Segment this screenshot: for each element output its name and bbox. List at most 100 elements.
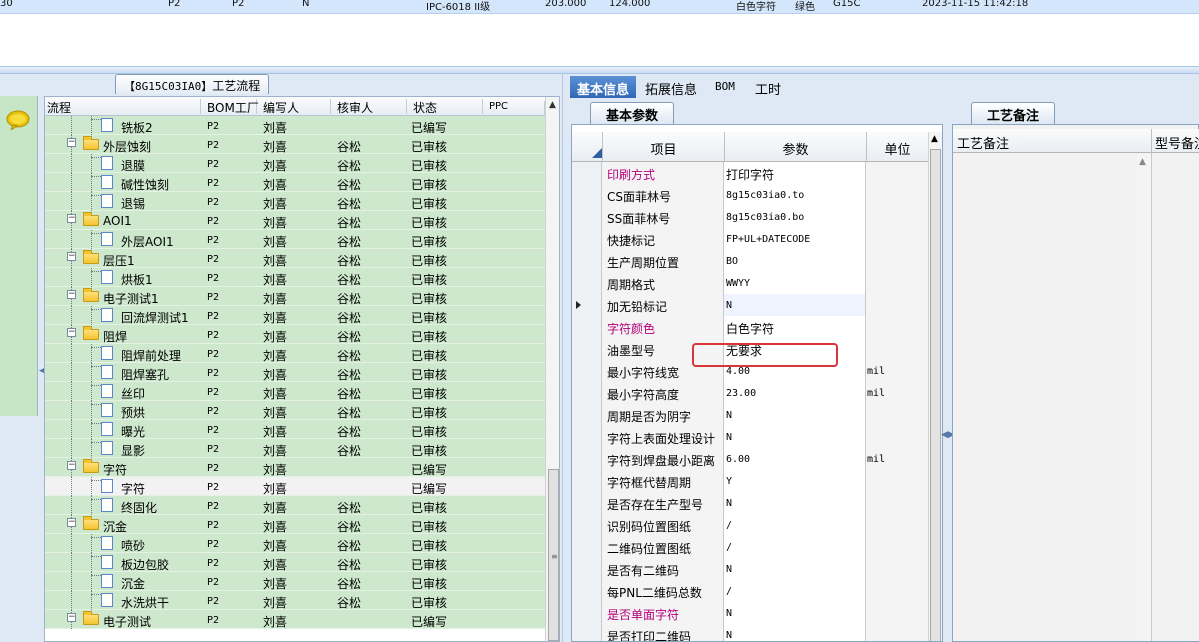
param-row[interactable]: 字符框代替周期 Y [572,470,928,492]
tab-bom[interactable]: BOM [708,76,744,98]
param-row[interactable]: 是否打印二维码 N [572,624,928,641]
row-header[interactable] [572,492,602,514]
row-header[interactable] [572,448,602,470]
tree-row[interactable]: − 电子测试1 P2 刘喜 谷松 已审核 [45,287,545,306]
tree-row[interactable]: 水洗烘干 P2 刘喜 谷松 已审核 [45,591,545,610]
param-value-cell[interactable]: 8g15c03ia0.to [724,184,866,206]
collapse-toggle-icon[interactable]: − [67,290,76,299]
param-value-cell[interactable]: WWYY [724,272,866,294]
tree-row[interactable]: − 外层蚀刻 P2 刘喜 谷松 已审核 [45,135,545,154]
tree-row[interactable]: − 阻焊 P2 刘喜 谷松 已审核 [45,325,545,344]
param-value-cell[interactable]: N [724,602,866,624]
scroll-up-icon[interactable]: ▲ [1139,157,1146,167]
row-header[interactable] [572,426,602,448]
collapse-toggle-icon[interactable]: − [67,252,76,261]
tree-row[interactable]: − 沉金 P2 刘喜 谷松 已审核 [45,515,545,534]
tree-row[interactable]: 曝光 P2 刘喜 谷松 已审核 [45,420,545,439]
tree-row[interactable]: 碱性蚀刻 P2 刘喜 谷松 已审核 [45,173,545,192]
param-row[interactable]: SS面菲林号 8g15c03ia0.bo [572,206,928,228]
chat-bubble-icon[interactable] [6,110,30,130]
col-header-flow[interactable]: 流程 [45,99,201,115]
row-header[interactable] [572,404,602,426]
tree-row[interactable]: 显影 P2 刘喜 谷松 已审核 [45,439,545,458]
param-value-cell[interactable]: N [724,294,866,316]
param-row[interactable]: 加无铅标记 N [572,294,928,316]
param-row[interactable]: 周期格式 WWYY [572,272,928,294]
tree-scrollbar[interactable]: ▲ ≡ [545,97,559,641]
row-header[interactable] [572,470,602,492]
param-value-cell[interactable]: 23.00 [724,382,866,404]
tree-row[interactable]: − AOI1 P2 刘喜 谷松 已审核 [45,211,545,230]
param-row[interactable]: 快捷标记 FP+UL+DATECODE [572,228,928,250]
basic-params-tab[interactable]: 基本参数 [590,102,674,124]
param-row[interactable]: 识别码位置图纸 / [572,514,928,536]
process-notes-grid[interactable]: 工艺备注 型号备注 ▲ [952,124,1199,642]
tree-row[interactable]: 退膜 P2 刘喜 谷松 已审核 [45,154,545,173]
row-header[interactable] [572,184,602,206]
tree-row[interactable]: 终固化 P2 刘喜 谷松 已审核 [45,496,545,515]
param-row[interactable]: 字符颜色 白色字符 [572,316,928,338]
collapse-toggle-icon[interactable]: − [67,613,76,622]
tree-row[interactable]: 喷砂 P2 刘喜 谷松 已审核 [45,534,545,553]
row-header[interactable] [572,624,602,641]
process-tree-grid[interactable]: 流程 BOM工厂 编写人 核审人 状态 PPC 铣板2 P2 刘喜 已编写 − 外层蚀刻 P… [44,96,560,642]
param-row[interactable]: 最小字符高度 23.00 mil [572,382,928,404]
row-header[interactable] [572,360,602,382]
row-header[interactable] [572,338,602,360]
tree-row[interactable]: 烘板1 P2 刘喜 谷松 已审核 [45,268,545,287]
param-value-cell[interactable]: N [724,404,866,426]
row-header[interactable] [572,162,602,184]
collapse-toggle-icon[interactable]: − [67,328,76,337]
tree-row[interactable]: 阻焊前处理 P2 刘喜 谷松 已审核 [45,344,545,363]
param-value-cell[interactable]: 白色字符 [724,316,866,338]
tree-row[interactable]: 预烘 P2 刘喜 谷松 已审核 [45,401,545,420]
param-value-cell[interactable]: BO [724,250,866,272]
process-flow-tab[interactable]: 【8G15C03IA0】工艺流程 [115,74,270,94]
select-all-corner-icon[interactable] [592,148,602,158]
tree-row[interactable]: 铣板2 P2 刘喜 已编写 [45,116,545,135]
param-value-cell[interactable]: Y [724,470,866,492]
param-row[interactable]: 字符上表面处理设计 N [572,426,928,448]
top-record-row[interactable]: 30 P2 P2 N IPC-6018 II级 203.000 124.000 … [0,0,1199,14]
tree-row[interactable]: 阻焊塞孔 P2 刘喜 谷松 已审核 [45,363,545,382]
tree-row[interactable]: 字符 P2 刘喜 已编写 [45,477,545,496]
param-row[interactable]: 是否存在生产型号 N [572,492,928,514]
param-value-cell[interactable]: N [724,624,866,641]
tree-row[interactable]: 退锡 P2 刘喜 谷松 已审核 [45,192,545,211]
param-row[interactable]: CS面菲林号 8g15c03ia0.to [572,184,928,206]
col-header-status[interactable]: 状态 [407,99,483,115]
scroll-thumb[interactable]: ≡ [548,469,559,641]
tree-row[interactable]: − 层压1 P2 刘喜 谷松 已审核 [45,249,545,268]
param-value-cell[interactable]: 打印字符 [724,162,866,184]
tree-row[interactable]: − 电子测试 P2 刘喜 已编写 [45,610,545,629]
param-value-cell[interactable]: / [724,580,866,602]
param-row[interactable]: 生产周期位置 BO [572,250,928,272]
collapse-toggle-icon[interactable]: − [67,214,76,223]
param-value-cell[interactable]: FP+UL+DATECODE [724,228,866,250]
row-header[interactable] [572,250,602,272]
row-header[interactable] [572,294,602,316]
collapse-toggle-icon[interactable]: − [67,461,76,470]
row-header[interactable] [572,602,602,624]
row-header[interactable] [572,536,602,558]
param-value-cell[interactable]: N [724,558,866,580]
scroll-up-icon[interactable]: ▲ [931,134,938,144]
param-value-cell[interactable]: 8g15c03ia0.bo [724,206,866,228]
tab-work-hours[interactable]: 工时 [748,76,788,98]
param-value-cell[interactable]: N [724,492,866,514]
col-header-ppc[interactable]: PPC [483,101,545,116]
col-header-bom[interactable]: BOM工厂 [201,99,259,115]
param-row[interactable]: 印刷方式 打印字符 [572,162,928,184]
tree-row[interactable]: 沉金 P2 刘喜 谷松 已审核 [45,572,545,591]
param-value-cell[interactable]: / [724,536,866,558]
param-value-cell[interactable]: / [724,514,866,536]
tab-basic-info[interactable]: 基本信息 [570,76,636,98]
col-header-item[interactable]: 项目 [602,132,724,162]
scroll-thumb[interactable] [930,149,941,641]
col-header-process-note[interactable]: 工艺备注 [957,133,1009,152]
row-header[interactable] [572,514,602,536]
param-row[interactable]: 字符到焊盘最小距离 6.00 mil [572,448,928,470]
tree-row[interactable]: 外层AOI1 P2 刘喜 谷松 已审核 [45,230,545,249]
row-header[interactable] [572,558,602,580]
scroll-up-icon[interactable]: ▲ [549,100,556,110]
